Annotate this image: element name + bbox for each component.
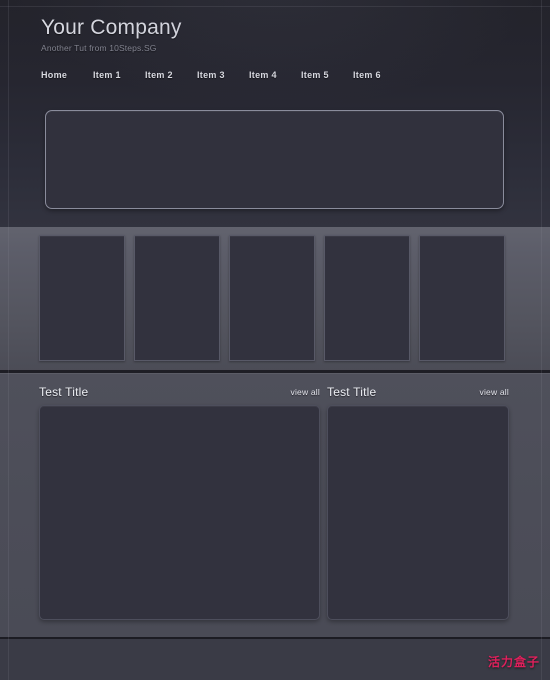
thumbnail-3[interactable]: [229, 235, 315, 361]
view-all-link-right[interactable]: view all: [480, 387, 509, 397]
main-navigation: Home Item 1 Item 2 Item 3 Item 4 Item 5 …: [41, 70, 405, 80]
panel-title-left: Test Title: [39, 385, 89, 399]
nav-item-home[interactable]: Home: [41, 70, 93, 80]
thumbnail-2[interactable]: [134, 235, 220, 361]
view-all-link-left[interactable]: view all: [291, 387, 320, 397]
nav-item-item-6[interactable]: Item 6: [353, 70, 405, 80]
panel-body-left[interactable]: [39, 405, 320, 620]
content-panel-left: Test Title view all: [39, 379, 320, 620]
nav-item-item-3[interactable]: Item 3: [197, 70, 249, 80]
thumbnail-1[interactable]: [39, 235, 125, 361]
hero-banner[interactable]: [45, 110, 504, 209]
page-root: Your Company Another Tut from 10Steps.SG…: [0, 0, 550, 680]
site-header: Your Company Another Tut from 10Steps.SG…: [0, 0, 550, 227]
thumbnail-4[interactable]: [324, 235, 410, 361]
thumbnail-5[interactable]: [419, 235, 505, 361]
panel-body-right[interactable]: [327, 405, 509, 620]
panel-header-left: Test Title view all: [39, 379, 320, 405]
thumbnail-list: [39, 235, 505, 361]
watermark-text: 活力盒子: [487, 655, 540, 669]
content-panel-right: Test Title view all: [327, 379, 509, 620]
nav-item-item-2[interactable]: Item 2: [145, 70, 197, 80]
nav-item-item-1[interactable]: Item 1: [93, 70, 145, 80]
nav-item-item-5[interactable]: Item 5: [301, 70, 353, 80]
nav-item-item-4[interactable]: Item 4: [249, 70, 301, 80]
thumbnail-strip: [0, 227, 550, 373]
brand-subtitle: Another Tut from 10Steps.SG: [41, 43, 157, 53]
main-content: Test Title view all Test Title view all: [0, 373, 550, 637]
brand: Your Company Another Tut from 10Steps.SG: [41, 15, 182, 53]
panel-header-right: Test Title view all: [327, 379, 509, 405]
panel-title-right: Test Title: [327, 385, 377, 399]
site-footer: 活力盒子: [0, 637, 550, 680]
brand-title: Your Company: [41, 16, 182, 39]
